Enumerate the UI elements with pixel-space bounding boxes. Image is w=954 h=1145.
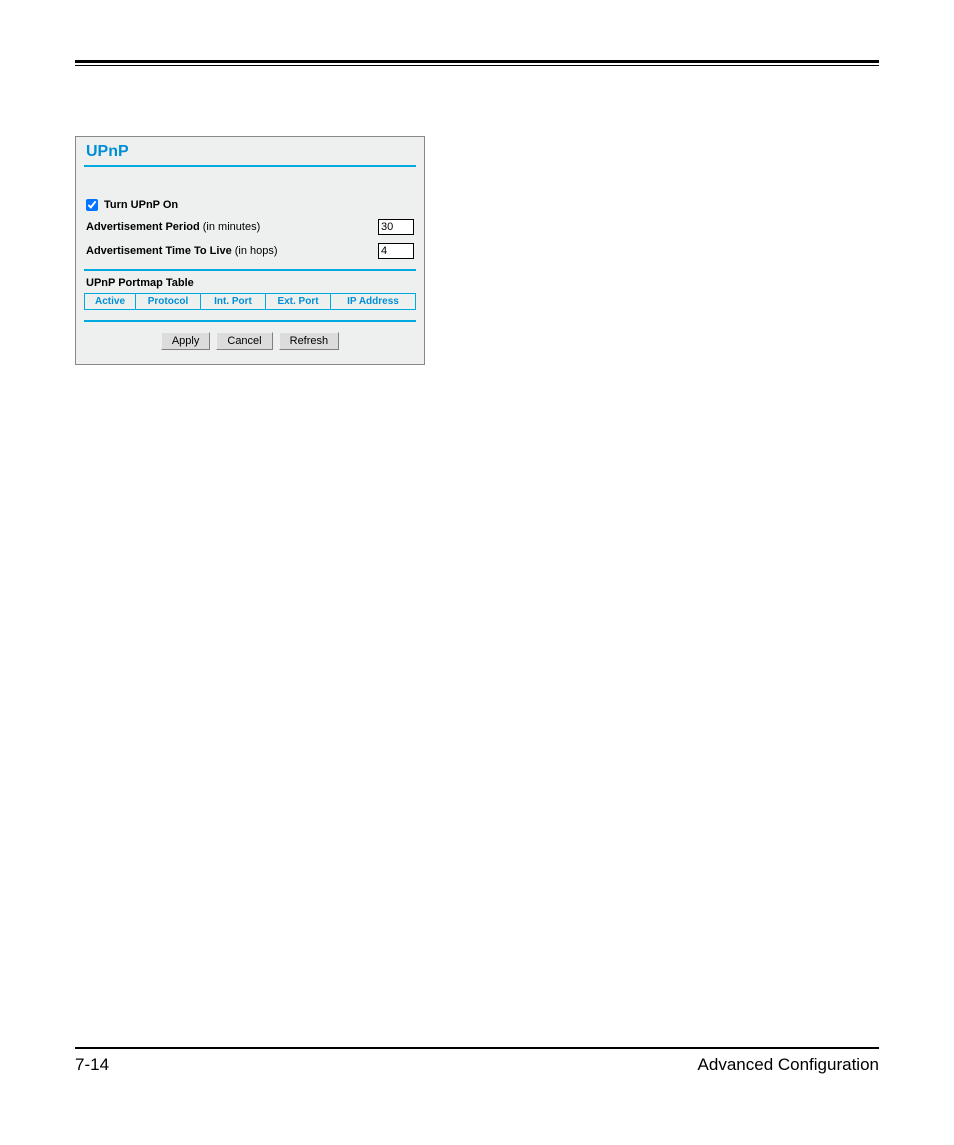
divider	[84, 269, 416, 271]
advertisement-ttl-label: Advertisement Time To Live (in hops)	[86, 245, 278, 257]
button-row: Apply Cancel Refresh	[84, 332, 416, 354]
top-rule-thin	[75, 65, 879, 66]
advertisement-period-row: Advertisement Period (in minutes)	[84, 215, 416, 239]
portmap-header-row: Active Protocol Int. Port Ext. Port IP A…	[85, 294, 416, 310]
col-header-ext-port: Ext. Port	[266, 294, 331, 310]
advertisement-ttl-row: Advertisement Time To Live (in hops)	[84, 239, 416, 263]
divider	[84, 165, 416, 167]
spacer	[84, 175, 416, 197]
page-number: 7-14	[75, 1055, 109, 1075]
apply-button[interactable]: Apply	[161, 332, 211, 350]
document-page: UPnP Turn UPnP On Advertisement Period (…	[0, 0, 954, 1145]
top-rule-thick	[75, 60, 879, 63]
advertisement-period-label: Advertisement Period (in minutes)	[86, 221, 260, 233]
turn-upnp-on-label: Turn UPnP On	[104, 199, 178, 211]
panel-title: UPnP	[84, 143, 416, 163]
footer-row: 7-14 Advanced Configuration	[75, 1055, 879, 1075]
refresh-button[interactable]: Refresh	[279, 332, 340, 350]
turn-upnp-on-checkbox[interactable]	[86, 199, 98, 211]
portmap-table-label: UPnP Portmap Table	[84, 277, 416, 293]
section-title: Advanced Configuration	[698, 1055, 879, 1075]
panel-area: UPnP Turn UPnP On Advertisement Period (…	[75, 136, 879, 365]
advertisement-ttl-input[interactable]	[378, 243, 414, 259]
page-footer: 7-14 Advanced Configuration	[75, 1047, 879, 1075]
turn-upnp-on-row: Turn UPnP On	[84, 197, 416, 215]
col-header-ip-address: IP Address	[331, 294, 416, 310]
col-header-protocol: Protocol	[136, 294, 201, 310]
divider	[84, 320, 416, 322]
advertisement-period-input[interactable]	[378, 219, 414, 235]
col-header-active: Active	[85, 294, 136, 310]
upnp-panel: UPnP Turn UPnP On Advertisement Period (…	[75, 136, 425, 365]
cancel-button[interactable]: Cancel	[216, 332, 272, 350]
col-header-int-port: Int. Port	[201, 294, 266, 310]
footer-rule	[75, 1047, 879, 1049]
portmap-table: Active Protocol Int. Port Ext. Port IP A…	[84, 293, 416, 310]
